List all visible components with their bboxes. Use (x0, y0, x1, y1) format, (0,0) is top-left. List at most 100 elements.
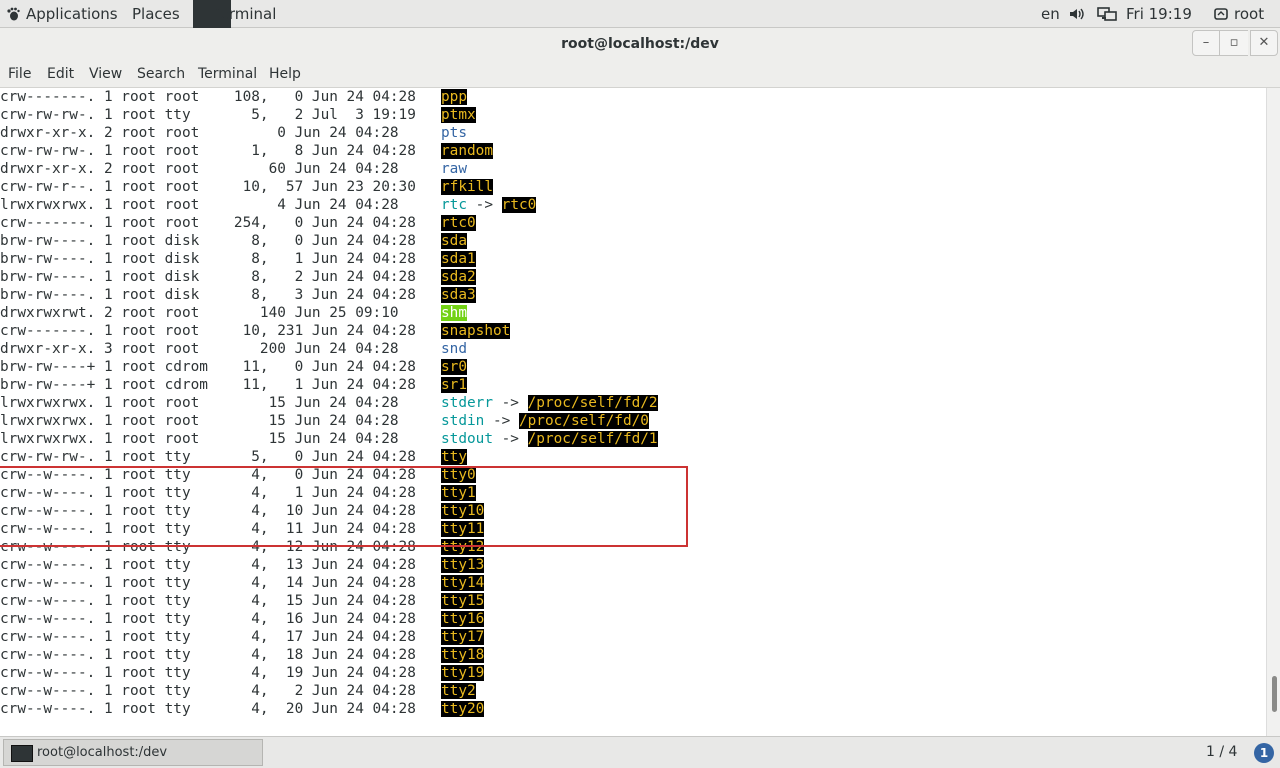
terminal-line: drwxr-xr-x. 2 root root 60 Jun 24 04:28 r… (0, 160, 467, 178)
file-metadata: crw--w----. 1 root tty 4, 18 Jun 24 04:2… (0, 647, 416, 663)
file-metadata: lrwxrwxrwx. 1 root root 15 Jun 24 04:28 (0, 431, 399, 447)
applications-label: Applications (26, 5, 118, 23)
file-name: ptmx (441, 107, 476, 123)
menu-view[interactable]: View (89, 66, 122, 82)
window-titlebar[interactable]: root@localhost:/dev – ▫ ✕ (0, 28, 1280, 64)
terminal-line: drwxr-xr-x. 2 root root 0 Jun 24 04:28 pt… (0, 124, 467, 142)
terminal-icon (11, 745, 33, 762)
symlink-arrow: -> (467, 197, 502, 213)
minimize-button[interactable]: – (1192, 30, 1220, 56)
menu-edit[interactable]: Edit (47, 66, 74, 82)
file-name: tty15 (441, 593, 485, 609)
file-metadata: crw-------. 1 root root 108, 0 Jun 24 04… (0, 89, 416, 105)
file-name: snapshot (441, 323, 511, 339)
terminal-line: crw--w----. 1 root tty 4, 13 Jun 24 04:2… (0, 556, 485, 574)
close-button[interactable]: ✕ (1250, 30, 1278, 56)
terminal-line: crw--w----. 1 root tty 4, 19 Jun 24 04:2… (0, 664, 485, 682)
terminal-line: crw--w----. 1 root tty 4, 17 Jun 24 04:2… (0, 628, 485, 646)
file-metadata: crw--w----. 1 root tty 4, 17 Jun 24 04:2… (0, 629, 416, 645)
volume-icon[interactable] (1068, 0, 1084, 28)
workspace-indicator[interactable]: 1 / 4 (1206, 744, 1237, 760)
file-metadata: crw--w----. 1 root tty 4, 14 Jun 24 04:2… (0, 575, 416, 591)
file-name: tty19 (441, 665, 485, 681)
file-name: stdout (441, 431, 493, 447)
terminal-line: brw-rw----+ 1 root cdrom 11, 1 Jun 24 04… (0, 376, 467, 394)
terminal-line: crw--w----. 1 root tty 4, 20 Jun 24 04:2… (0, 700, 485, 718)
file-name: rtc0 (441, 215, 476, 231)
terminal-output[interactable]: crw-------. 1 root root 108, 0 Jun 24 04… (0, 88, 1266, 736)
file-name: rfkill (441, 179, 493, 195)
file-name: raw (441, 161, 467, 177)
terminal-line: crw-rw-rw-. 1 root tty 5, 0 Jun 24 04:28… (0, 448, 467, 466)
user-menu[interactable]: root (1234, 0, 1264, 28)
top-panel: Applications Places Terminal en Fri 19:1… (0, 0, 1280, 28)
file-metadata: brw-rw----. 1 root disk 8, 1 Jun 24 04:2… (0, 251, 416, 267)
file-metadata: brw-rw----. 1 root disk 8, 2 Jun 24 04:2… (0, 269, 416, 285)
terminal-line: crw--w----. 1 root tty 4, 2 Jun 24 04:28… (0, 682, 476, 700)
menu-file[interactable]: File (8, 66, 31, 82)
menu-search[interactable]: Search (137, 66, 185, 82)
file-name: shm (441, 305, 467, 321)
network-icon[interactable] (1097, 0, 1117, 28)
file-name: stdin (441, 413, 485, 429)
file-name: sr1 (441, 377, 467, 393)
terminal-line: drwxr-xr-x. 3 root root 200 Jun 24 04:28… (0, 340, 467, 358)
places-menu[interactable]: Places (132, 0, 180, 28)
file-metadata: crw--w----. 1 root tty 4, 19 Jun 24 04:2… (0, 665, 416, 681)
terminal-line: brw-rw----. 1 root disk 8, 2 Jun 24 04:2… (0, 268, 476, 286)
maximize-button[interactable]: ▫ (1220, 30, 1248, 56)
terminal-line: crw--w----. 1 root tty 4, 18 Jun 24 04:2… (0, 646, 485, 664)
symlink-arrow: -> (484, 413, 519, 429)
file-metadata: crw--w----. 1 root tty 4, 15 Jun 24 04:2… (0, 593, 416, 609)
symlink-arrow: -> (492, 395, 528, 411)
file-metadata: crw-rw-rw-. 1 root tty 5, 0 Jun 24 04:28 (0, 449, 416, 465)
file-metadata: crw--w----. 1 root tty 4, 2 Jun 24 04:28 (0, 683, 416, 699)
file-metadata: crw--w----. 1 root tty 4, 20 Jun 24 04:2… (0, 701, 416, 717)
file-metadata: brw-rw----+ 1 root cdrom 11, 1 Jun 24 04… (0, 377, 416, 393)
file-name: tty18 (441, 647, 485, 663)
bottom-panel: root@localhost:/dev 1 / 4 1 (0, 736, 1280, 768)
file-metadata: brw-rw----. 1 root disk 8, 0 Jun 24 04:2… (0, 233, 416, 249)
file-metadata: brw-rw----+ 1 root cdrom 11, 0 Jun 24 04… (0, 359, 416, 375)
terminal-line: crw-------. 1 root root 10, 231 Jun 24 0… (0, 322, 511, 340)
file-name: sr0 (441, 359, 467, 375)
file-name: tty17 (441, 629, 485, 645)
window-title: root@localhost:/dev (561, 36, 719, 52)
file-metadata: crw--w----. 1 root tty 4, 13 Jun 24 04:2… (0, 557, 416, 573)
scrollbar-thumb[interactable] (1272, 676, 1277, 712)
file-metadata: crw--w----. 1 root tty 4, 16 Jun 24 04:2… (0, 611, 416, 627)
file-metadata: crw-rw-r--. 1 root root 10, 57 Jun 23 20… (0, 179, 416, 195)
symlink-arrow: -> (492, 431, 528, 447)
symlink-target: rtc0 (501, 197, 537, 213)
terminal-line: crw-rw-rw-. 1 root tty 5, 2 Jul 3 19:19 p… (0, 106, 476, 124)
applications-menu[interactable]: Applications (6, 0, 118, 28)
symlink-target: /proc/self/fd/1 (527, 431, 658, 447)
file-metadata: drwxr-xr-x. 2 root root 60 Jun 24 04:28 (0, 161, 399, 177)
file-name: random (441, 143, 493, 159)
menu-help[interactable]: Help (269, 66, 301, 82)
clock[interactable]: Fri 19:19 (1126, 0, 1192, 28)
file-metadata: crw-------. 1 root root 10, 231 Jun 24 0… (0, 323, 416, 339)
file-metadata: crw-rw-rw-. 1 root tty 5, 2 Jul 3 19:19 (0, 107, 416, 123)
user-icon[interactable] (1213, 0, 1229, 28)
terminal-app-label[interactable]: Terminal (213, 0, 276, 28)
file-metadata: lrwxrwxrwx. 1 root root 4 Jun 24 04:28 (0, 197, 399, 213)
menu-bar: File Edit View Search Terminal Help (0, 64, 1280, 88)
keyboard-layout-indicator[interactable]: en (1041, 0, 1060, 28)
terminal-line: drwxrwxrwt. 2 root root 140 Jun 25 09:10… (0, 304, 467, 322)
menu-terminal[interactable]: Terminal (198, 66, 257, 82)
symlink-target: /proc/self/fd/2 (527, 395, 658, 411)
file-name: rtc (441, 197, 467, 213)
terminal-scrollbar[interactable] (1266, 88, 1280, 736)
terminal-line: crw-rw-r--. 1 root root 10, 57 Jun 23 20… (0, 178, 493, 196)
terminal-line: brw-rw----. 1 root disk 8, 0 Jun 24 04:2… (0, 232, 467, 250)
notification-badge[interactable]: 1 (1254, 743, 1274, 763)
file-name: pts (441, 125, 467, 141)
symlink-target: /proc/self/fd/0 (518, 413, 649, 429)
terminal-line: crw--w----. 1 root tty 4, 15 Jun 24 04:2… (0, 592, 485, 610)
file-name: snd (441, 341, 467, 357)
terminal-line: brw-rw----. 1 root disk 8, 1 Jun 24 04:2… (0, 250, 476, 268)
taskbar-window-button[interactable]: root@localhost:/dev (3, 739, 263, 766)
file-name: sda1 (441, 251, 476, 267)
terminal-line: lrwxrwxrwx. 1 root root 15 Jun 24 04:28 s… (0, 394, 658, 412)
